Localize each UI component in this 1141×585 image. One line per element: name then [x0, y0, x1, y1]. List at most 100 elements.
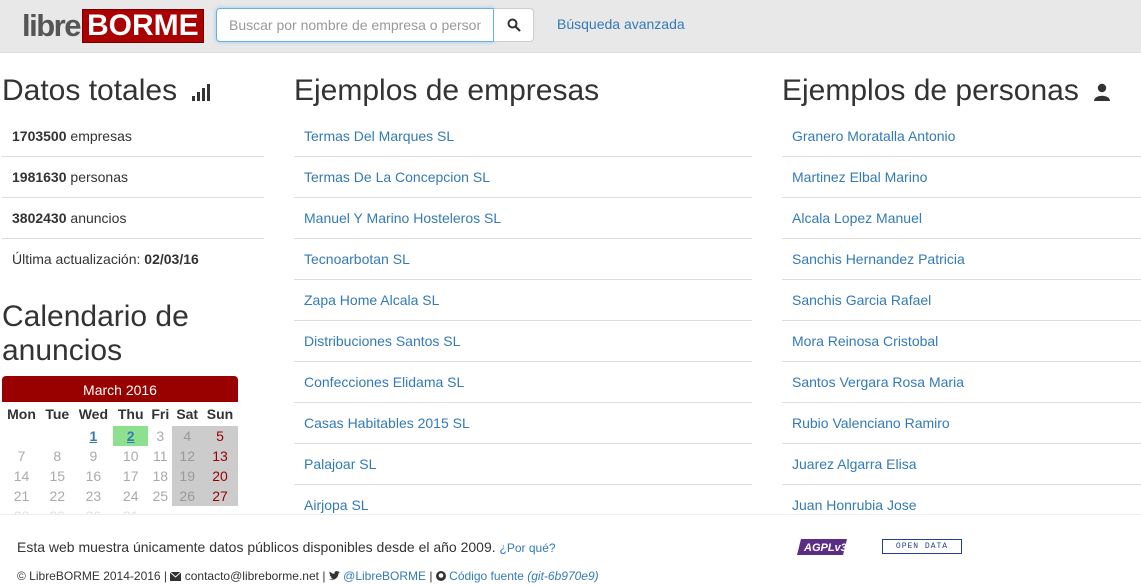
calendar-table: Mon Tue Wed Thu Fri Sat Sun 1 2 3 4 5 7 …: [2, 402, 238, 526]
weekday: Mon: [7, 406, 36, 422]
calendar-day: 4: [172, 426, 203, 446]
totals-list: 1703500 empresas 1981630 personas 380243…: [2, 116, 264, 280]
person-link[interactable]: Sanchis Hernandez Patricia: [792, 251, 965, 267]
last-update: Última actualización: 02/03/16: [12, 251, 199, 267]
person-link[interactable]: Santos Vergara Rosa Maria: [792, 374, 964, 390]
total-companies: 1703500 empresas: [2, 116, 264, 157]
company-link[interactable]: Casas Habitables 2015 SL: [304, 415, 470, 431]
github-icon: [435, 571, 446, 581]
agpl-text: AGPLv3: [803, 542, 847, 554]
person-link[interactable]: Granero Moratalla Antonio: [792, 128, 955, 144]
list-item: Termas De La Concepcion SL: [294, 157, 752, 198]
list-item: Casas Habitables 2015 SL: [294, 403, 752, 444]
list-item: Granero Moratalla Antonio: [782, 116, 1141, 157]
list-item: Rubio Valenciano Ramiro: [782, 403, 1141, 444]
people-list: Granero Moratalla Antonio Martinez Elbal…: [782, 116, 1141, 526]
list-item: Sanchis Garcia Rafael: [782, 280, 1141, 321]
list-item: Zapa Home Alcala SL: [294, 280, 752, 321]
totals-title: Datos totales: [2, 74, 264, 108]
calendar-day: 21: [13, 488, 30, 504]
logo-libre: libre: [22, 8, 81, 43]
calendar-day: 1: [73, 426, 113, 446]
list-item: Santos Vergara Rosa Maria: [782, 362, 1141, 403]
person-link[interactable]: Juarez Algarra Elisa: [792, 456, 917, 472]
open-data-badge[interactable]: OPEN DATA: [882, 539, 962, 554]
calendar-day: 18: [152, 468, 169, 484]
envelope-icon: [170, 571, 182, 581]
list-item: Juarez Algarra Elisa: [782, 444, 1141, 485]
list-item: Tecnoarbotan SL: [294, 239, 752, 280]
agpl-badge[interactable]: AGPLv3: [797, 537, 859, 557]
calendar-day: 25: [152, 488, 169, 504]
totals-section: Datos totales 1703500 empresas 1981630 p…: [2, 74, 264, 280]
person-link[interactable]: Rubio Valenciano Ramiro: [792, 415, 950, 431]
total-people: 1981630 personas: [2, 157, 264, 198]
person-link[interactable]: Alcala Lopez Manuel: [792, 210, 922, 226]
company-link[interactable]: Manuel Y Marino Hosteleros SL: [304, 210, 501, 226]
footer: Esta web muestra únicamente datos públic…: [0, 514, 1141, 585]
company-link[interactable]: Palajoar SL: [304, 456, 376, 472]
list-item: Distribuciones Santos SL: [294, 321, 752, 362]
person-link[interactable]: Juan Honrubia Jose: [792, 497, 917, 513]
calendar-day: 7: [17, 448, 26, 464]
calendar-day: [2, 426, 41, 446]
calendar-day: 15: [49, 468, 66, 484]
company-link[interactable]: Termas De La Concepcion SL: [304, 169, 490, 185]
people-section: Ejemplos de personas Granero Moratalla A…: [782, 74, 1141, 526]
weekday: Wed: [78, 406, 109, 422]
calendar-day: 20: [202, 466, 238, 486]
calendar-day: 11: [153, 448, 168, 464]
git-version-link[interactable]: (git-6b970e9): [527, 569, 598, 583]
calendar-day-link[interactable]: 2: [127, 428, 135, 444]
list-item: Martinez Elbal Marino: [782, 157, 1141, 198]
footer-links: © LibreBORME 2014-2016 | contacto@libreb…: [17, 569, 599, 583]
email-link[interactable]: contacto@libreborme.net: [185, 569, 319, 583]
company-link[interactable]: Distribuciones Santos SL: [304, 333, 460, 349]
twitter-link[interactable]: @LibreBORME: [343, 569, 426, 583]
weekday: Sat: [176, 406, 199, 422]
footer-notice: Esta web muestra únicamente datos públic…: [17, 539, 556, 555]
calendar-day: 23: [85, 488, 102, 504]
person-link[interactable]: Mora Reinosa Cristobal: [792, 333, 938, 349]
company-link[interactable]: Termas Del Marques SL: [304, 128, 454, 144]
advanced-search-link[interactable]: Búsqueda avanzada: [557, 16, 685, 32]
total-announcements: 3802430 anuncios: [2, 198, 264, 239]
company-link[interactable]: Zapa Home Alcala SL: [304, 292, 439, 308]
logo[interactable]: libre BORME: [22, 8, 204, 43]
company-link[interactable]: Airjopa SL: [304, 497, 369, 513]
signal-icon: [192, 84, 211, 101]
search-form: [216, 8, 534, 42]
list-item: Confecciones Elidama SL: [294, 362, 752, 403]
list-item: Palajoar SL: [294, 444, 752, 485]
calendar-day: 16: [85, 468, 102, 484]
calendar-day: 14: [13, 468, 30, 484]
calendar-day: 5: [202, 426, 238, 446]
calendar-title: Calendario de anuncios: [2, 300, 189, 367]
search-button[interactable]: [494, 8, 534, 42]
list-item: Manuel Y Marino Hosteleros SL: [294, 198, 752, 239]
source-code-link[interactable]: Código fuente: [449, 569, 524, 583]
person-link[interactable]: Martinez Elbal Marino: [792, 169, 927, 185]
list-item: Termas Del Marques SL: [294, 116, 752, 157]
person-link[interactable]: Sanchis Garcia Rafael: [792, 292, 931, 308]
why-link[interactable]: ¿Por qué?: [500, 541, 556, 555]
search-input[interactable]: [216, 8, 494, 42]
companies-title: Ejemplos de empresas: [294, 74, 600, 107]
calendar-day-link[interactable]: 1: [89, 428, 97, 444]
calendar-day: 22: [49, 488, 66, 504]
open-data-text: OPEN DATA: [883, 540, 961, 553]
company-link[interactable]: Tecnoarbotan SL: [304, 251, 410, 267]
calendar-day: 9: [89, 448, 98, 464]
calendar-day: 10: [122, 448, 139, 464]
navbar: libre BORME Búsqueda avanzada: [0, 0, 1141, 53]
weekday: Tue: [45, 406, 70, 422]
company-link[interactable]: Confecciones Elidama SL: [304, 374, 464, 390]
calendar-day-selected: 2: [113, 426, 149, 446]
calendar-day: 19: [172, 466, 203, 486]
weekday: Fri: [151, 406, 170, 422]
twitter-icon: [328, 571, 340, 580]
companies-list: Termas Del Marques SL Termas De La Conce…: [294, 116, 752, 526]
weekday: Thu: [117, 406, 144, 422]
weekday: Sun: [206, 406, 234, 422]
people-title: Ejemplos de personas: [782, 74, 1141, 108]
